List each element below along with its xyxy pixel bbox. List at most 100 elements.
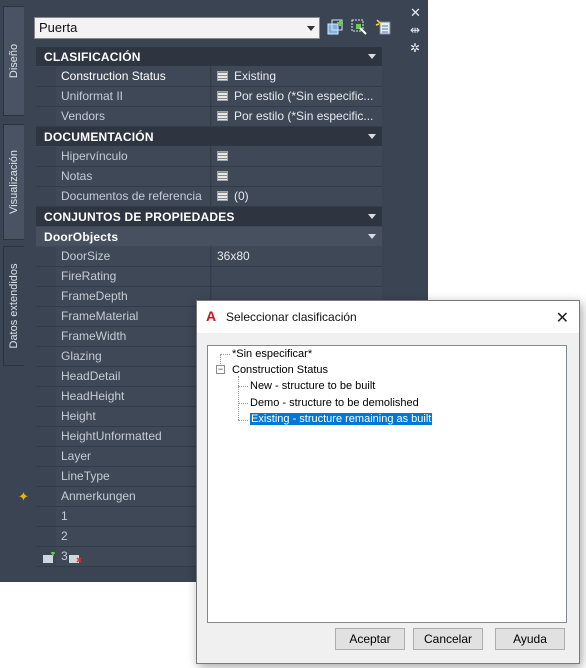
tree-item-construction-status[interactable]: Construction Status [232,364,328,377]
close-icon[interactable]: ✕ [410,5,421,21]
property-row[interactable]: FireRating [36,267,382,287]
category-clasificacion[interactable]: CLASIFICACIÓN [36,47,382,67]
property-row[interactable]: Documentos de referencia (0) [36,187,382,207]
property-name: FrameDepth [56,287,211,306]
collapse-caret-icon[interactable] [368,134,376,139]
row-gutter [36,447,56,466]
tree-connector [238,386,248,387]
help-button[interactable]: Ayuda [495,628,565,650]
property-name: FrameWidth [56,327,211,346]
property-value[interactable]: Existing [212,67,382,86]
accept-button[interactable]: Aceptar [335,628,405,650]
row-gutter [36,107,56,126]
toggle-pickadd-icon[interactable] [326,18,344,36]
property-name: HeadHeight [56,387,211,406]
row-gutter [36,287,56,306]
dialog-title: Seleccionar clasificación [226,310,357,324]
property-row[interactable]: Hipervínculo [36,147,382,167]
property-value[interactable]: Por estilo (*Sin especific... [212,87,382,106]
property-name: Construction Status [56,67,211,86]
properties-menu-icon[interactable]: ✲ [410,41,420,55]
tree-item-new[interactable]: New - structure to be built [250,380,375,393]
tree-item-unspecified[interactable]: *Sin especificar* [232,348,312,361]
autohide-icon[interactable]: ⇹ [410,23,420,37]
collapse-caret-icon[interactable] [368,54,376,59]
table-icon [217,91,228,101]
collapse-icon[interactable]: − [216,365,225,374]
property-name: FrameMaterial [56,307,211,326]
category-documentacion[interactable]: DOCUMENTACIÓN [36,127,382,147]
property-name: Anmerkungen [56,487,211,506]
property-value[interactable]: Por estilo (*Sin especific... [212,107,382,126]
property-row[interactable]: Uniformat II Por estilo (*Sin especific..… [36,87,382,107]
dialog-titlebar[interactable]: A Seleccionar clasificación ✕ [197,301,579,333]
category-doorobjects[interactable]: DoorObjects [36,227,382,247]
tab-datos-extendidos[interactable]: Datos extendidos [3,246,24,366]
row-gutter [36,507,56,526]
row-gutter [36,187,56,206]
property-row[interactable]: Notas [36,167,382,187]
classification-tree[interactable]: *Sin especificar* − Construction Status … [207,345,567,623]
tree-item-label: Existing - structure remaining as built [248,412,434,426]
property-name: Uniformat II [56,87,211,106]
row-gutter [36,327,56,346]
tree-item-demo[interactable]: Demo - structure to be demolished [250,397,419,410]
property-row[interactable]: Construction Status Existing [36,67,382,87]
object-type-select[interactable]: Puerta [34,17,320,39]
remove-property-set-icon[interactable] [68,552,82,564]
tab-diseno[interactable]: Diseño [3,6,24,116]
tab-label: Datos extendidos [8,263,20,349]
property-value[interactable] [212,167,382,186]
table-icon [217,191,228,201]
close-icon[interactable]: ✕ [556,308,569,328]
property-name: 1 [56,507,211,526]
row-gutter [36,307,56,326]
property-name: Layer [56,447,211,466]
row-gutter [36,407,56,426]
property-name: Vendors [56,107,211,126]
button-label: Aceptar [349,632,391,646]
property-name: LineType [56,467,211,486]
table-icon [217,171,228,181]
property-row[interactable]: DoorSize 36x80 [36,247,382,267]
row-gutter [36,367,56,386]
property-name: HeadDetail [56,367,211,386]
button-label: Cancelar [423,632,473,646]
annotation-sparkle-icon: ✦ [18,489,29,504]
category-label: DoorObjects [44,230,119,244]
property-value[interactable] [212,267,382,286]
category-conjuntos[interactable]: CONJUNTOS DE PROPIEDADES [36,207,382,227]
collapse-caret-icon[interactable] [368,214,376,219]
property-value-text: Por estilo (*Sin especific... [234,89,374,103]
category-label: CLASIFICACIÓN [44,50,141,64]
table-icon [217,71,228,81]
property-name: 2 [56,527,211,546]
row-gutter [36,527,56,546]
property-value[interactable] [212,147,382,166]
property-name: DoorSize [56,247,211,266]
property-value[interactable]: 36x80 [212,247,382,266]
row-gutter [36,67,56,86]
add-property-set-icon[interactable] [42,552,56,564]
property-row[interactable]: Vendors Por estilo (*Sin especific... [36,107,382,127]
tab-label: Diseño [8,43,20,79]
chevron-down-icon[interactable] [307,26,315,31]
property-name: Hipervínculo [56,147,211,166]
tree-connector [220,354,230,355]
collapse-caret-icon[interactable] [368,234,376,239]
select-objects-icon[interactable] [350,18,368,36]
row-gutter [36,387,56,406]
cancel-button[interactable]: Cancelar [413,628,483,650]
quick-select-icon[interactable] [374,18,392,36]
button-label: Ayuda [513,632,547,646]
tree-connector [238,376,239,420]
tab-visualizacion[interactable]: Visualización [3,124,24,240]
property-value-text: Por estilo (*Sin especific... [234,109,374,123]
property-name: Glazing [56,347,211,366]
table-icon [217,111,228,121]
row-gutter [36,427,56,446]
row-gutter [36,267,56,286]
tree-item-label: *Sin especificar* [232,348,313,360]
tree-item-existing[interactable]: Existing - structure remaining as built [248,412,434,426]
property-value[interactable]: (0) [212,187,382,206]
